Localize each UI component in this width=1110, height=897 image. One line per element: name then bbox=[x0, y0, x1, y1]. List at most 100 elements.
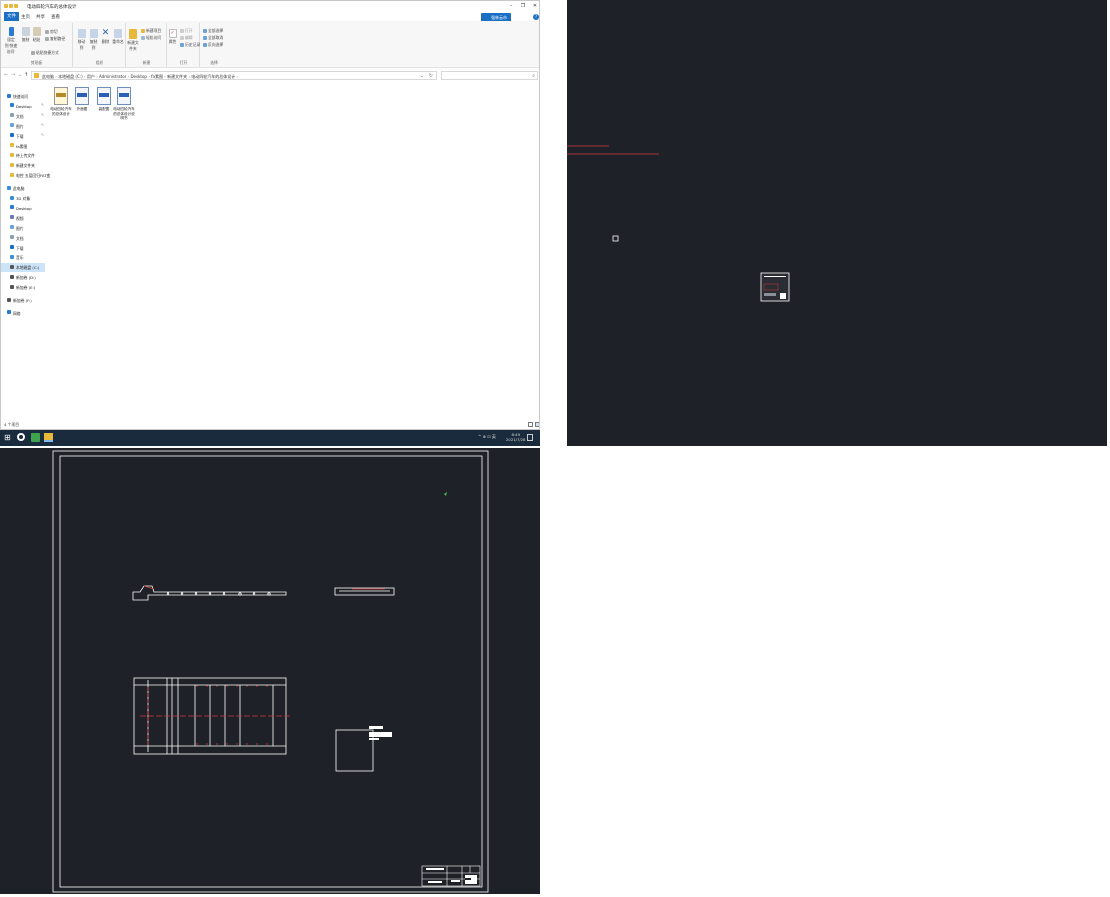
invert-selection-button[interactable]: 反向选择 bbox=[203, 42, 223, 48]
help-icon[interactable]: ? bbox=[533, 14, 539, 20]
nav-item[interactable]: 图片 bbox=[1, 224, 45, 233]
new-item-button[interactable]: 新建项目 bbox=[141, 28, 161, 34]
address-bar-row: ← → ⌄ ↑ 此电脑 › 本地磁盘 (C:) › 用户 › Administr… bbox=[1, 69, 539, 81]
large-icons-view-icon[interactable] bbox=[535, 422, 539, 427]
ribbon-group-new: 新建文件夹 新建项目 轻松访问 新建 bbox=[127, 23, 167, 67]
nav-item[interactable]: 下载 bbox=[1, 244, 45, 253]
cad-viewport-right[interactable] bbox=[567, 0, 1107, 446]
nav-item[interactable]: 新建文件夹 bbox=[1, 161, 45, 170]
nav-item[interactable]: Desktop bbox=[1, 204, 45, 213]
address-dropdown-icon[interactable]: ⌄ bbox=[420, 73, 424, 79]
select-all-button[interactable]: 全部选择 bbox=[203, 28, 223, 34]
nav-item[interactable]: 待上传文件 bbox=[1, 151, 45, 160]
folder-icon bbox=[10, 172, 14, 177]
breadcrumb-item[interactable]: 本地磁盘 (C:) bbox=[58, 74, 83, 79]
folder-icon bbox=[10, 113, 14, 118]
breadcrumb-separator-icon[interactable]: › bbox=[235, 74, 239, 79]
open-button[interactable]: 打开 bbox=[180, 28, 193, 34]
nav-item[interactable]: 文档 ✎ bbox=[1, 112, 45, 121]
paste-shortcut-button[interactable]: 粘贴快捷方式 bbox=[31, 50, 59, 56]
breadcrumb-item[interactable]: Desktop bbox=[130, 74, 147, 79]
notification-icon[interactable] bbox=[527, 434, 533, 441]
nav-item[interactable]: 新加卷 (E:) bbox=[1, 283, 45, 292]
select-none-button[interactable]: 全部取消 bbox=[203, 35, 223, 41]
nav-item[interactable]: 电控 五层回归FAT变 bbox=[1, 171, 50, 180]
maximize-icon[interactable]: ❐ bbox=[519, 3, 527, 9]
breadcrumb-item[interactable]: 新建文件夹 bbox=[167, 74, 187, 79]
quick-access-toolbar[interactable] bbox=[4, 4, 24, 9]
clock[interactable]: 8:49 2021/7/28 bbox=[506, 432, 525, 442]
start-windows-icon[interactable]: ⊞ bbox=[4, 433, 13, 442]
tab-view[interactable]: 查看 bbox=[51, 14, 60, 20]
file-item[interactable]: 外面图 bbox=[71, 87, 93, 112]
copy-to-label: 复制到 bbox=[89, 39, 98, 50]
breadcrumb-item[interactable]: 用户 bbox=[87, 74, 95, 79]
nav-item[interactable]: 音乐 bbox=[1, 253, 45, 262]
recent-chevron-icon[interactable]: ⌄ bbox=[18, 72, 22, 78]
easy-access-button[interactable]: 轻松访问 bbox=[141, 35, 161, 41]
nav-network[interactable]: 网络 bbox=[1, 309, 45, 318]
tab-home[interactable]: 主页 bbox=[21, 14, 30, 20]
address-bar[interactable]: 此电脑 › 本地磁盘 (C:) › 用户 › Administrator › D… bbox=[31, 71, 437, 80]
refresh-icon[interactable]: ↻ bbox=[429, 73, 433, 79]
nav-item[interactable]: 新加卷 (D:) bbox=[1, 273, 45, 282]
breadcrumb-item[interactable]: Administrator bbox=[99, 74, 126, 79]
nav-item[interactable]: 文档 bbox=[1, 234, 45, 243]
group-label-organize: 组织 bbox=[95, 60, 104, 65]
up-arrow-icon[interactable]: ↑ bbox=[24, 72, 28, 78]
app-green-icon[interactable] bbox=[31, 433, 40, 442]
forward-arrow-icon[interactable]: → bbox=[11, 72, 15, 78]
copy-button[interactable]: 复制 bbox=[21, 27, 30, 43]
minimize-icon[interactable]: – bbox=[507, 3, 515, 9]
pin-quick-access-button[interactable]: 固定到'快速访问' bbox=[3, 27, 19, 55]
nav-item[interactable]: 图片 ✎ bbox=[1, 122, 45, 131]
nav-network-drive[interactable]: 新加卷 (F:) bbox=[1, 296, 45, 305]
delete-button[interactable]: ✕ 删除 bbox=[101, 29, 110, 45]
system-tray[interactable]: ^ ⊕ ⊡ 英 bbox=[478, 434, 496, 440]
paste-button[interactable]: 粘贴 bbox=[32, 27, 41, 43]
nav-item[interactable]: 视频 bbox=[1, 214, 45, 223]
nav-quick-access[interactable]: 快速访问 bbox=[1, 92, 45, 101]
nav-this-pc[interactable]: 此电脑 bbox=[1, 184, 45, 193]
ribbon-group-organize: 移动到 复制到 ✕ 删除 重命名 组织 bbox=[74, 23, 126, 67]
close-icon[interactable]: ✕ bbox=[531, 3, 539, 9]
tab-share[interactable]: 共享 bbox=[36, 14, 45, 20]
select-all-label: 全部选择 bbox=[208, 28, 224, 33]
properties-button[interactable]: ✓ 属性 bbox=[168, 29, 177, 45]
search-input[interactable]: ⌕ bbox=[441, 71, 538, 80]
breadcrumb-item[interactable]: 电动四轮汽车的总体设计 bbox=[191, 74, 235, 79]
edit-label: 编辑 bbox=[185, 35, 193, 40]
rename-label: 重命名 bbox=[112, 39, 124, 44]
nav-item[interactable]: Desktop ✎ bbox=[1, 102, 45, 111]
rename-button[interactable]: 重命名 bbox=[112, 29, 124, 45]
details-view-icon[interactable] bbox=[528, 422, 533, 427]
cad-viewport-bottom[interactable] bbox=[0, 448, 540, 894]
copy-label: 复制 bbox=[21, 37, 30, 42]
tab-file[interactable]: 文件 bbox=[4, 12, 19, 21]
history-button[interactable]: 历史记录 bbox=[180, 42, 200, 48]
nav-item-label: 待上传文件 bbox=[16, 153, 35, 159]
file-item[interactable]: 电动四轮汽车的总体设计说明书 bbox=[113, 87, 135, 121]
cut-button[interactable]: 剪切 bbox=[45, 29, 58, 35]
nav-item[interactable]: fa素图 bbox=[1, 142, 45, 151]
nav-item[interactable]: 本地磁盘 (C:) bbox=[1, 263, 45, 273]
nav-item[interactable]: 3D 对象 bbox=[1, 194, 45, 203]
file-item[interactable]: 电动四轮汽车的总体设计 bbox=[50, 87, 72, 116]
dwg-file-icon bbox=[75, 87, 89, 105]
nav-item-label: 新加卷 (E:) bbox=[16, 285, 36, 291]
search-taskbar-icon[interactable] bbox=[17, 433, 25, 441]
breadcrumb-item[interactable]: 此电脑 bbox=[42, 74, 54, 79]
drive-icon bbox=[7, 297, 11, 302]
nav-item[interactable]: 下载 ✎ bbox=[1, 132, 45, 141]
move-to-button[interactable]: 移动到 bbox=[76, 29, 87, 51]
new-folder-button[interactable]: 新建文件夹 bbox=[127, 29, 139, 52]
copy-path-button[interactable]: 复制路径 bbox=[45, 36, 65, 42]
nav-item-label: 快速访问 bbox=[13, 94, 29, 99]
back-arrow-icon[interactable]: ← bbox=[4, 72, 8, 78]
copy-to-button[interactable]: 复制到 bbox=[88, 29, 99, 51]
file-item[interactable]: 装配图 bbox=[93, 87, 115, 112]
breadcrumb-item[interactable]: fa素图 bbox=[151, 74, 163, 79]
edit-button[interactable]: 编辑 bbox=[180, 35, 193, 41]
drive-icon bbox=[10, 215, 14, 220]
file-explorer-taskbar-icon[interactable] bbox=[44, 433, 53, 442]
